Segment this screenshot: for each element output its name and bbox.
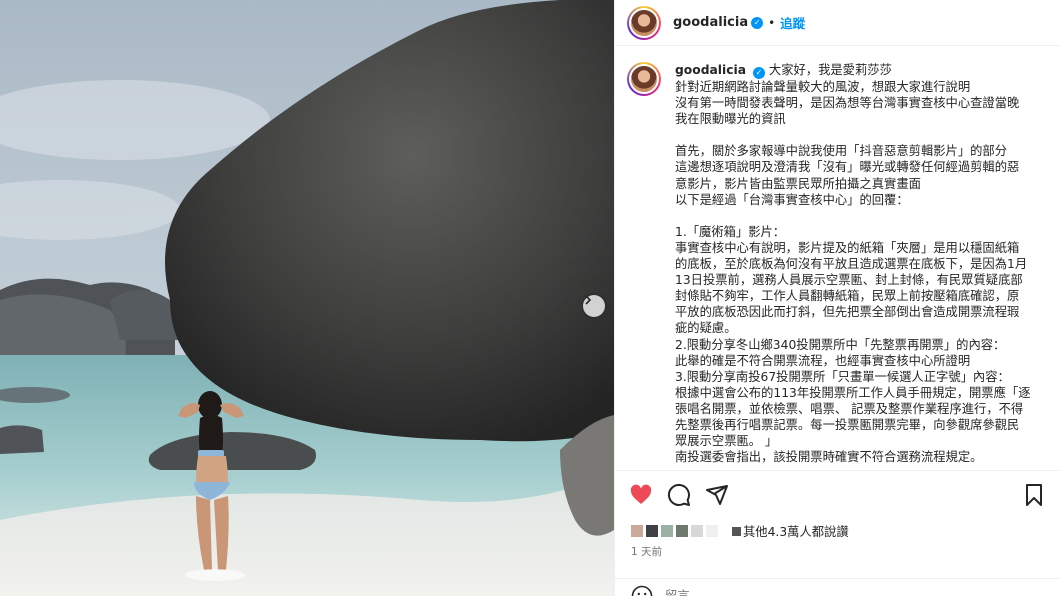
caption-body: goodalicia ✓ 大家好，我是愛莉莎莎 針對近期網路討論聲量較大的風波，… — [675, 62, 1045, 465]
caption-line: 13日投票前，選務人員展示空票匭、封上封條，有民眾質疑底部 — [675, 273, 1023, 288]
caption-line: 針對近期網路討論聲量較大的風波，想跟大家進行說明 — [675, 80, 971, 94]
post-actions: 其他4.3萬人都說讚 1 天前 發佈 — [615, 470, 1060, 596]
comment-bar: 發佈 — [615, 578, 1060, 596]
caption-avatar[interactable] — [627, 62, 661, 96]
verified-badge-icon: ✓ — [751, 16, 764, 29]
liker-avatar — [631, 525, 643, 537]
caption-line: 事實查核中心有說明，影片提及的紙箱「夾層」是用以穩固紙箱 — [675, 240, 1020, 255]
caption-line: 平放的底板恐因此而打斜，但先把票全部倒出會造成開票流程瑕 — [675, 305, 1020, 320]
heart-icon[interactable] — [629, 483, 653, 507]
liker-avatar — [691, 525, 703, 537]
caption-line: 1.「魔術箱」影片： — [675, 224, 786, 239]
caption-username[interactable]: goodalicia — [675, 63, 746, 77]
avatar-image — [629, 7, 659, 38]
caption-line: 眾展示空票匭。 」 — [675, 434, 778, 449]
post-photo — [0, 0, 614, 596]
beach-boulder-photo — [0, 0, 614, 596]
caption-line: 張唱名開票，並依檢票、唱票、 記票及整票作業程序進行，不得 — [675, 401, 1024, 416]
caption-line: 這邊想逐項說明及澄清我「沒有」曝光或轉發任何經過剪輯的惡 — [675, 160, 1020, 175]
header-username[interactable]: goodalicia — [673, 15, 748, 30]
comment-input[interactable] — [665, 588, 995, 596]
verified-badge-icon: ✓ — [752, 67, 765, 79]
caption-area: goodalicia ✓ 大家好，我是愛莉莎莎 針對近期網路討論聲量較大的風波，… — [615, 46, 1060, 470]
chevron-right-icon — [585, 295, 592, 305]
instagram-post-modal: goodalicia ✓ • 追蹤 goodalicia ✓ 大家好，我是愛莉莎… — [0, 0, 1060, 596]
avatar[interactable] — [627, 5, 661, 40]
caption-line: 我在限動曝光的資訊 — [675, 112, 786, 127]
caption-line: 以下是經過「台灣事實查核中心」的回覆： — [675, 192, 909, 207]
caption-line: 疵的疑慮。 — [675, 321, 737, 336]
caption-line: 先整票後再行唱票記票。每一投票匭開票完畢，向參觀席參觀民 — [675, 417, 1020, 432]
bookmark-icon[interactable] — [1023, 483, 1045, 507]
liker-avatar — [676, 525, 688, 537]
caption-line: 根據中選會公布的113年投開票所工作人員手冊規定，開票應「逐 — [675, 385, 1031, 400]
caption-line: 此舉的確是不符合開票流程，也經事實查核中心所證明 — [675, 353, 971, 368]
caption-text: 大家好，我是愛莉莎莎 — [768, 63, 892, 77]
caption-line: 首先，關於多家報導中說我使用「抖音惡意剪輯影片」的部分 — [675, 144, 1008, 159]
caption-line: 2.限動分享冬山鄉340投開票所中「先整票再開票」的內容： — [675, 337, 1006, 352]
post-side-panel: goodalicia ✓ • 追蹤 goodalicia ✓ 大家好，我是愛莉莎… — [614, 0, 1060, 596]
caption-line: 封條貼不夠牢，工作人員翻轉紙箱，民眾上前按壓箱底確認，原 — [675, 289, 1020, 304]
liker-avatar — [661, 525, 673, 537]
caption-line: 沒有第一時間發表聲明，是因為想等台灣事實查核中心查證當晚 — [675, 96, 1020, 111]
caption-line: 意影片，影片皆由監票民眾所拍攝之真實畫面 — [675, 176, 921, 191]
emoji-icon[interactable] — [631, 585, 653, 596]
liker-avatar — [646, 525, 658, 537]
post-header: goodalicia ✓ • 追蹤 — [615, 0, 1060, 46]
next-photo-button[interactable] — [583, 295, 605, 317]
likes-text: 其他4.3萬人都說讚 — [743, 525, 849, 539]
caption: goodalicia ✓ 大家好，我是愛莉莎莎 針對近期網路討論聲量較大的風波，… — [627, 62, 1047, 465]
caption-line: 南投選委會指出，該投開票時確實不符合選務流程規定。 — [675, 450, 983, 465]
follow-button[interactable]: 追蹤 — [780, 13, 805, 32]
share-icon[interactable] — [705, 483, 729, 507]
caption-line: 的底板，至於底板為何沒有平放且造成選票在底板下，是因為1月 — [675, 257, 1028, 272]
caption-line: goodalicia ✓ 大家好，我是愛莉莎莎 — [675, 62, 1045, 79]
avatar-image — [629, 64, 659, 94]
separator-dot: • — [768, 15, 776, 30]
post-time[interactable]: 1 天前 — [631, 544, 662, 559]
liker-avatar — [706, 525, 718, 537]
liker-avatar — [732, 526, 741, 536]
likes-summary[interactable]: 其他4.3萬人都說讚 — [631, 522, 849, 540]
caption-line: 3.限動分享南投67投開票所「只畫單一候選人正字號」內容： — [675, 369, 1010, 384]
comment-icon[interactable] — [667, 483, 691, 507]
